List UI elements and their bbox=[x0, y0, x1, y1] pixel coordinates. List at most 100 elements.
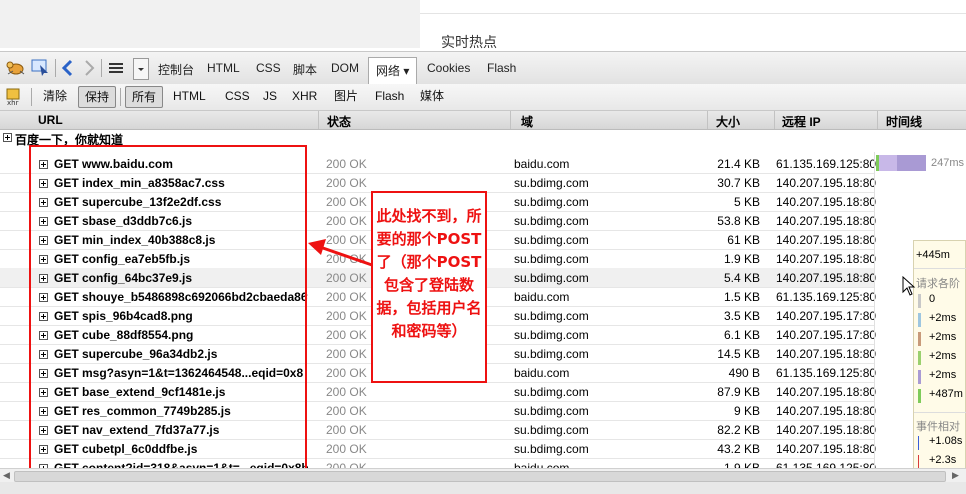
tab-flash[interactable]: Flash bbox=[487, 61, 516, 75]
xhr-icon[interactable]: xhr bbox=[6, 88, 22, 109]
request-size: 87.9 KB bbox=[717, 385, 760, 399]
toolbar-separator bbox=[101, 59, 102, 77]
request-size: 5 KB bbox=[733, 195, 760, 209]
expand-icon[interactable] bbox=[3, 133, 12, 142]
filter-all-button[interactable]: 所有 bbox=[125, 86, 164, 108]
request-remote-ip: 140.207.195.18:80 bbox=[776, 423, 877, 437]
timeline-bar bbox=[876, 155, 926, 171]
request-status: 200 OK bbox=[326, 347, 367, 361]
tab-network-label: 网络 bbox=[376, 64, 401, 78]
page-group-row[interactable]: 百度一下，你就知道 bbox=[0, 130, 966, 147]
column-divider bbox=[318, 111, 319, 129]
request-remote-ip: 140.207.195.18:80 bbox=[776, 195, 877, 209]
request-domain: baidu.com bbox=[514, 461, 570, 468]
request-status: 200 OK bbox=[326, 442, 367, 456]
filter-images-button[interactable]: 图片 bbox=[328, 86, 364, 106]
request-domain: su.bdimg.com bbox=[514, 442, 589, 456]
request-remote-ip: 140.207.195.18:80 bbox=[776, 252, 877, 266]
persist-button[interactable]: 保持 bbox=[78, 86, 117, 108]
tab-css[interactable]: CSS bbox=[256, 61, 281, 75]
horizontal-scrollbar[interactable]: ◀ ▶ bbox=[0, 468, 966, 483]
event-color-marker bbox=[918, 436, 919, 450]
filter-xhr-button[interactable]: XHR bbox=[286, 86, 323, 106]
request-remote-ip: 140.207.195.18:80 bbox=[776, 214, 877, 228]
request-size: 82.2 KB bbox=[717, 423, 760, 437]
column-divider bbox=[877, 111, 878, 129]
request-status: 200 OK bbox=[326, 176, 367, 190]
scrollbar-thumb[interactable] bbox=[14, 471, 946, 482]
webpage-panel bbox=[420, 0, 966, 48]
network-filter-bar: xhr 清除 保持 所有 HTML CSS JS XHR 图片 Flash 媒体 bbox=[0, 84, 966, 111]
scroll-right-icon[interactable]: ▶ bbox=[952, 470, 959, 481]
toolbar-separator bbox=[120, 88, 121, 106]
tab-network[interactable]: 网络 ▾ bbox=[368, 57, 418, 86]
event-time-label: +1.08s bbox=[929, 435, 963, 447]
column-header-timeline[interactable]: 时间线 bbox=[886, 113, 922, 130]
popup-events-header: 事件相对 bbox=[916, 421, 960, 433]
request-size: 53.8 KB bbox=[717, 214, 760, 228]
request-remote-ip: 140.207.195.18:80 bbox=[776, 233, 877, 247]
request-status: 200 OK bbox=[326, 195, 367, 209]
filter-html-button[interactable]: HTML bbox=[167, 86, 212, 106]
request-domain: su.bdimg.com bbox=[514, 233, 589, 247]
inspect-icon[interactable] bbox=[31, 59, 51, 80]
phase-color-swatch bbox=[918, 389, 921, 403]
chevron-down-icon: ▾ bbox=[403, 64, 410, 78]
firebug-toolbar: 控制台 HTML CSS 脚本 DOM 网络 ▾ Cookies Flash bbox=[0, 51, 966, 86]
tab-html[interactable]: HTML bbox=[207, 61, 240, 75]
column-divider bbox=[774, 111, 775, 129]
request-remote-ip: 61.135.169.125:80 bbox=[776, 366, 877, 380]
menu-list-icon[interactable] bbox=[108, 61, 124, 78]
request-size: 490 B bbox=[728, 366, 760, 380]
phase-time-label: +487m bbox=[929, 388, 963, 400]
request-remote-ip: 140.207.195.18:80 bbox=[776, 271, 877, 285]
request-remote-ip: 140.207.195.17:80 bbox=[776, 328, 877, 342]
panel-dropdown-icon[interactable] bbox=[133, 58, 149, 80]
filter-css-button[interactable]: CSS bbox=[219, 86, 256, 106]
filter-js-button[interactable]: JS bbox=[257, 86, 283, 106]
request-status: 200 OK bbox=[326, 385, 367, 399]
column-header-size[interactable]: 大小 bbox=[716, 113, 740, 130]
phase-time-label: +2ms bbox=[929, 312, 957, 324]
column-header-domain[interactable]: 域 bbox=[521, 113, 533, 130]
forward-arrow-icon[interactable] bbox=[82, 59, 96, 80]
column-header-status[interactable]: 状态 bbox=[327, 113, 351, 130]
popup-start-time: +445m bbox=[916, 249, 950, 261]
network-table-header: URL 状态 域 大小 远程 IP 时间线 bbox=[0, 111, 966, 130]
request-size: 5.4 KB bbox=[723, 271, 760, 285]
tab-console[interactable]: 控制台 bbox=[158, 61, 194, 78]
request-size: 1.9 KB bbox=[723, 461, 760, 468]
request-size: 61 KB bbox=[727, 233, 760, 247]
timeline-duration-label: 247ms bbox=[931, 157, 965, 169]
request-size: 14.5 KB bbox=[717, 347, 760, 361]
popup-phases-header: 请求各阶 bbox=[916, 278, 960, 290]
firebug-icon[interactable] bbox=[5, 59, 27, 80]
tab-dom[interactable]: DOM bbox=[331, 61, 359, 75]
popup-divider bbox=[914, 268, 966, 269]
phase-color-swatch bbox=[918, 313, 921, 327]
hot-topics-title: 实时热点 bbox=[441, 34, 497, 50]
clear-button[interactable]: 清除 bbox=[37, 86, 73, 106]
filter-flash-button[interactable]: Flash bbox=[369, 86, 410, 106]
request-size: 6.1 KB bbox=[723, 328, 760, 342]
tab-cookies[interactable]: Cookies bbox=[427, 61, 470, 75]
column-divider bbox=[874, 152, 875, 468]
request-remote-ip: 61.135.169.125:80 bbox=[776, 290, 877, 304]
column-header-url[interactable]: URL bbox=[38, 113, 63, 127]
request-domain: su.bdimg.com bbox=[514, 252, 589, 266]
request-remote-ip: 140.207.195.18:80 bbox=[776, 385, 877, 399]
request-domain: su.bdimg.com bbox=[514, 309, 589, 323]
request-status: 200 OK bbox=[326, 328, 367, 342]
column-header-remote-ip[interactable]: 远程 IP bbox=[782, 113, 821, 130]
request-status: 200 OK bbox=[326, 157, 367, 171]
phase-color-swatch bbox=[918, 332, 921, 346]
scroll-left-icon[interactable]: ◀ bbox=[3, 470, 10, 481]
column-divider bbox=[510, 111, 511, 129]
back-arrow-icon[interactable] bbox=[61, 59, 75, 80]
request-domain: su.bdimg.com bbox=[514, 195, 589, 209]
tab-script[interactable]: 脚本 bbox=[293, 61, 317, 78]
annotation-arrow bbox=[308, 239, 373, 267]
request-status: 200 OK bbox=[326, 214, 367, 228]
request-remote-ip: 140.207.195.18:80 bbox=[776, 176, 877, 190]
filter-media-button[interactable]: 媒体 bbox=[414, 86, 450, 106]
